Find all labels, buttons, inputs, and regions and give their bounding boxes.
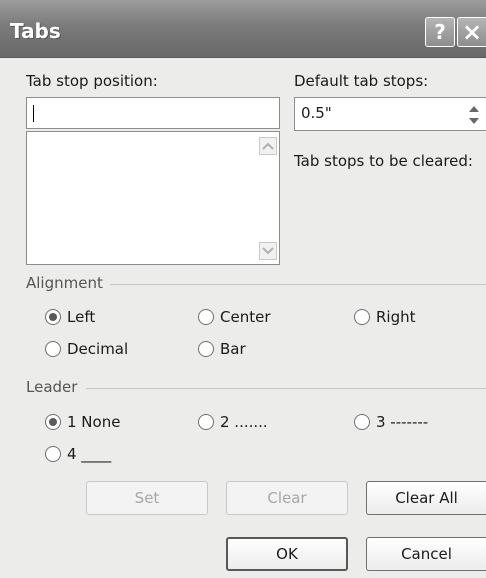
spin-arrows-icon bbox=[469, 106, 479, 124]
alignment-divider bbox=[110, 284, 486, 285]
alignment-decimal-label: Decimal bbox=[67, 340, 129, 358]
alignment-bar-radio[interactable]: Bar bbox=[198, 340, 246, 358]
radio-button-icon bbox=[45, 414, 61, 430]
radio-button-icon bbox=[354, 309, 370, 325]
radio-button-icon bbox=[198, 414, 214, 430]
clear-button[interactable]: Clear bbox=[226, 481, 348, 515]
text-caret bbox=[33, 105, 34, 122]
radio-button-icon bbox=[198, 309, 214, 325]
leader-1-label: 1 None bbox=[67, 413, 121, 431]
chevron-down-icon bbox=[262, 247, 274, 255]
leader-2-radio[interactable]: 2 ....... bbox=[198, 413, 268, 431]
default-tab-stops-spinner[interactable]: 0.5" bbox=[294, 97, 486, 131]
tab-stop-position-input[interactable] bbox=[26, 97, 280, 129]
tab-stop-list-scrollbar[interactable] bbox=[257, 132, 279, 264]
window-title: Tabs bbox=[10, 19, 61, 43]
leader-2-label: 2 ....... bbox=[220, 413, 268, 431]
clear-all-button[interactable]: Clear All bbox=[366, 481, 486, 515]
help-button[interactable]: ? bbox=[425, 17, 455, 47]
title-bar: Tabs ? × bbox=[0, 0, 486, 58]
tab-stop-list[interactable] bbox=[26, 131, 280, 265]
radio-button-icon bbox=[45, 341, 61, 357]
leader-3-radio[interactable]: 3 ------- bbox=[354, 413, 428, 431]
leader-4-label: 4 ____ bbox=[67, 445, 112, 463]
alignment-right-label: Right bbox=[376, 308, 416, 326]
scroll-down-button[interactable] bbox=[259, 242, 277, 260]
close-button[interactable]: × bbox=[457, 17, 486, 47]
tabs-dialog: Tabs ? × Tab stop position: Default tab … bbox=[0, 0, 486, 578]
alignment-group-label: Alignment bbox=[26, 274, 103, 292]
alignment-right-radio[interactable]: Right bbox=[354, 308, 416, 326]
ok-button[interactable]: OK bbox=[226, 537, 348, 571]
default-tab-stops-label: Default tab stops: bbox=[294, 72, 429, 90]
alignment-decimal-radio[interactable]: Decimal bbox=[45, 340, 128, 358]
leader-divider bbox=[86, 388, 486, 389]
help-icon: ? bbox=[434, 20, 446, 44]
leader-group-label: Leader bbox=[26, 378, 78, 396]
scroll-up-button[interactable] bbox=[259, 137, 277, 155]
alignment-left-label: Left bbox=[67, 308, 96, 326]
radio-button-icon bbox=[198, 341, 214, 357]
radio-button-icon bbox=[45, 309, 61, 325]
set-button[interactable]: Set bbox=[86, 481, 208, 515]
alignment-center-label: Center bbox=[220, 308, 271, 326]
tab-stops-to-be-cleared-label: Tab stops to be cleared: bbox=[294, 152, 473, 170]
chevron-up-icon bbox=[262, 142, 274, 150]
alignment-center-radio[interactable]: Center bbox=[198, 308, 271, 326]
close-icon: × bbox=[461, 18, 483, 46]
alignment-bar-label: Bar bbox=[220, 340, 246, 358]
alignment-left-radio[interactable]: Left bbox=[45, 308, 95, 326]
leader-4-radio[interactable]: 4 ____ bbox=[45, 445, 111, 463]
leader-3-label: 3 ------- bbox=[376, 413, 429, 431]
tab-stop-position-label: Tab stop position: bbox=[26, 72, 158, 90]
cancel-button[interactable]: Cancel bbox=[366, 537, 486, 571]
leader-1-radio[interactable]: 1 None bbox=[45, 413, 120, 431]
default-tab-stops-value: 0.5" bbox=[301, 104, 332, 122]
radio-button-icon bbox=[354, 414, 370, 430]
spin-buttons[interactable] bbox=[466, 101, 482, 129]
radio-button-icon bbox=[45, 446, 61, 462]
